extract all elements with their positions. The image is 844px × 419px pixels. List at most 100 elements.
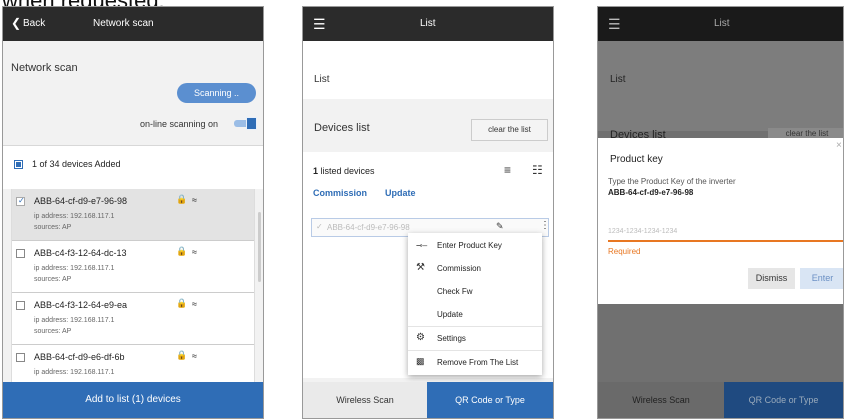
device-checkbox[interactable] [16, 249, 25, 258]
section-heading: List [314, 74, 330, 85]
scrollbar[interactable] [258, 212, 261, 282]
wireless-scan-button[interactable]: Wireless Scan [303, 382, 427, 418]
wrench-icon: ⚒ [416, 262, 425, 273]
menu-label: Update [437, 310, 463, 319]
top-bar: ☰ List [598, 7, 843, 41]
online-scanning-label: on-line scanning on [140, 119, 219, 129]
online-scanning-toggle[interactable] [234, 117, 257, 130]
wifi-icon: ≈ [192, 351, 197, 361]
list-header-panel: List [303, 41, 553, 99]
device-sources: sources: AP [34, 224, 72, 231]
qr-code-button[interactable]: QR Code or Type [427, 382, 553, 418]
add-to-list-label: Add to list (1) devices [85, 394, 181, 405]
menu-label: Remove From The List [437, 358, 519, 367]
menu-label: Enter Product Key [437, 241, 502, 250]
lock-icon: 🔒 [176, 246, 188, 256]
added-summary-bar: 1 of 34 devices Added [3, 146, 263, 189]
device-checkbox[interactable]: ✓ [316, 222, 323, 231]
menu-check-fw[interactable]: Check Fw [408, 280, 542, 303]
scanning-button[interactable]: Scanning .. [177, 83, 256, 103]
device-list: ✓ ABB-64-cf-d9-e7-96-98 🔒 ≈ ip address: … [11, 189, 255, 401]
wifi-icon: ≈ [192, 195, 197, 205]
select-all-checkbox[interactable] [14, 160, 23, 169]
product-key-screen: ☰ List List Devices list clear the list … [597, 6, 844, 419]
gear-icon: ⚙ [416, 332, 425, 343]
device-row-3[interactable]: ABB-c4-f3-12-64-e9-ea 🔒 ≈ ip address: 19… [12, 293, 254, 345]
clear-list-button[interactable]: clear the list [471, 119, 548, 141]
back-button[interactable]: Back [23, 18, 45, 29]
trash-icon: ▩ [416, 356, 425, 366]
listed-suffix: listed devices [320, 166, 375, 176]
device-name: ABB-c4-f3-12-64-e9-ea [34, 300, 128, 310]
menu-settings[interactable]: ⚙ Settings [408, 327, 542, 350]
menu-icon[interactable]: ☰ [313, 16, 326, 33]
device-ip: ip address: 192.168.117.1 [34, 265, 115, 272]
bottom-buttons: Wireless Scan QR Code or Type [598, 382, 843, 418]
network-scan-screen: ❮ Back Network scan Network scan Scannin… [2, 6, 264, 419]
detail-view-icon[interactable]: ☷ [532, 163, 543, 177]
device-ip: ip address: 192.168.117.1 [34, 317, 115, 324]
menu-enter-product-key[interactable]: ⊸– Enter Product Key [408, 234, 542, 257]
lock-icon: 🔒 [176, 350, 188, 360]
list-screen: ☰ List List Devices list clear the list … [302, 6, 554, 419]
menu-remove[interactable]: ▩ Remove From The List [408, 351, 542, 374]
product-key-input[interactable]: 1234-1234-1234-1234 [608, 225, 843, 242]
devices-list-label: Devices list [314, 122, 370, 134]
add-to-list-button[interactable]: Add to list (1) devices [3, 382, 263, 418]
close-icon[interactable]: × [836, 140, 842, 151]
lock-icon: 🔒 [176, 194, 188, 204]
menu-label: Commission [437, 264, 482, 273]
device-name: ABB-c4-f3-12-64-dc-13 [34, 248, 127, 258]
device-sources: sources: AP [34, 276, 72, 283]
device-ip: ip address: 192.168.117.1 [34, 369, 115, 376]
input-placeholder: 1234-1234-1234-1234 [608, 228, 678, 235]
device-name: ABB-64-cf-d9-e7-96-98 [327, 223, 410, 232]
menu-commission[interactable]: ⚒ Commission [408, 257, 542, 280]
back-chevron-icon[interactable]: ❮ [11, 16, 21, 30]
required-error: Required [608, 247, 641, 256]
menu-label: Check Fw [437, 287, 473, 296]
menu-label: Settings [437, 334, 466, 343]
dialog-title: Product key [610, 154, 663, 165]
dialog-device-name: ABB-64-cf-d9-e7-96-98 [608, 188, 694, 197]
device-checkbox[interactable] [16, 301, 25, 310]
listed-count: 1 [313, 166, 319, 176]
top-bar: ❮ Back Network scan [3, 7, 263, 41]
list-view-icon[interactable]: ≡ [504, 163, 511, 177]
dismiss-button[interactable]: Dismiss [748, 268, 795, 289]
menu-update[interactable]: Update [408, 303, 542, 326]
dimmed-header: List [598, 41, 843, 131]
device-row-1[interactable]: ✓ ABB-64-cf-d9-e7-96-98 🔒 ≈ ip address: … [12, 189, 254, 241]
context-menu: ⊸– Enter Product Key ⚒ Commission Check … [408, 233, 542, 375]
device-checkbox[interactable] [16, 353, 25, 362]
device-name: ABB-64-cf-d9-e7-96-98 [34, 196, 128, 206]
device-name: ABB-64-cf-d9-e6-df-6b [34, 352, 125, 362]
device-ip: ip address: 192.168.117.1 [34, 213, 115, 220]
top-bar: ☰ List [303, 7, 553, 41]
qr-code-button[interactable]: QR Code or Type [724, 382, 843, 418]
device-checkbox[interactable]: ✓ [16, 196, 25, 206]
enter-button[interactable]: Enter [800, 268, 843, 289]
dialog-description: Type the Product Key of the inverter [608, 177, 736, 186]
section-heading: Network scan [11, 62, 78, 74]
lock-icon: 🔒 [176, 298, 188, 308]
added-summary-text: 1 of 34 devices Added [32, 159, 121, 169]
edit-icon[interactable]: ✎ [496, 221, 504, 232]
wifi-icon: ≈ [192, 247, 197, 257]
update-link[interactable]: Update [385, 188, 416, 198]
listed-devices-text: 1 listed devices [313, 166, 375, 176]
key-icon: ⊸– [416, 241, 428, 250]
commission-link[interactable]: Commission [313, 188, 367, 198]
device-row-2[interactable]: ABB-c4-f3-12-64-dc-13 🔒 ≈ ip address: 19… [12, 241, 254, 293]
menu-icon[interactable]: ☰ [608, 16, 621, 33]
wireless-scan-button[interactable]: Wireless Scan [598, 382, 724, 418]
device-sources: sources: AP [34, 328, 72, 335]
page-title: List [714, 18, 730, 29]
section-heading: List [610, 74, 626, 85]
page-title: List [420, 18, 436, 29]
page-title: Network scan [93, 18, 154, 29]
wifi-icon: ≈ [192, 299, 197, 309]
product-key-dialog: Product key × Type the Product Key of th… [598, 138, 843, 304]
bottom-buttons: Wireless Scan QR Code or Type [303, 382, 553, 418]
more-icon[interactable]: ⋮ [540, 220, 550, 231]
